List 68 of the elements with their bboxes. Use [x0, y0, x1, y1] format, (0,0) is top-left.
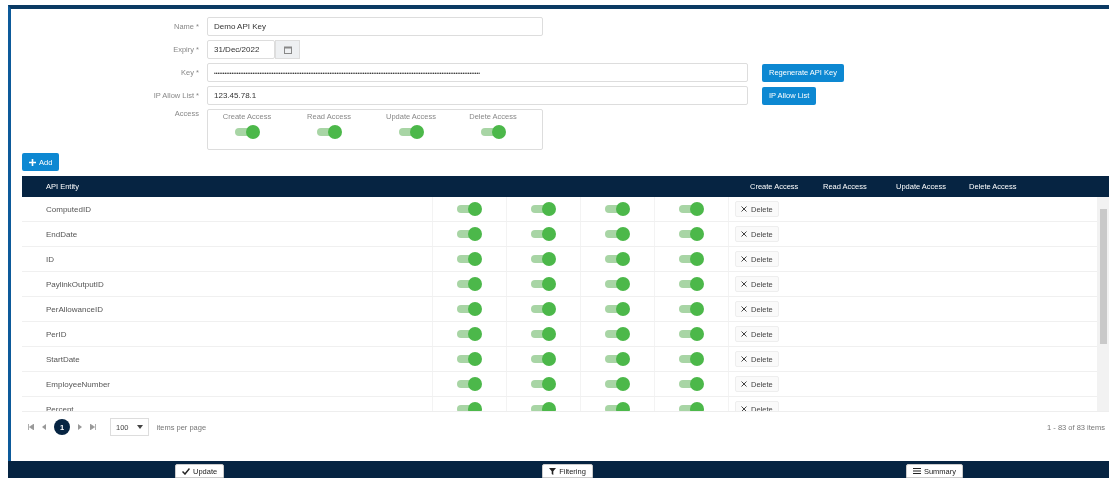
toggle-switch[interactable] [457, 302, 482, 316]
filter-icon [549, 467, 557, 475]
table-cell-text: PaylinkOutputID [45, 279, 105, 289]
toggle-switch[interactable] [457, 252, 482, 266]
close-icon [741, 331, 747, 337]
table-cell-text: ComputedID [45, 204, 92, 214]
table-cell-text: EmployeeNumber [45, 379, 112, 389]
table-cell-text: EndDate [45, 229, 79, 239]
toggle-switch[interactable] [531, 377, 556, 391]
table-cell-text: ID [45, 254, 55, 264]
toggle-switch[interactable] [605, 277, 630, 291]
toggle-switch[interactable] [531, 277, 556, 291]
table-cell-text: PerID [45, 329, 68, 339]
caret-icon [136, 425, 143, 429]
table-cell-text: PerAllowanceID [45, 304, 104, 314]
toggle-switch[interactable] [316, 125, 342, 139]
last-page-icon[interactable] [90, 424, 96, 430]
close-icon [741, 356, 747, 362]
close-icon [741, 381, 747, 387]
check-icon [182, 467, 190, 475]
toggle-switch[interactable] [605, 202, 630, 216]
toggle-switch[interactable] [531, 327, 556, 341]
close-icon [741, 281, 747, 287]
toggle-switch[interactable] [679, 227, 704, 241]
toggle-switch[interactable] [457, 227, 482, 241]
toggle-switch[interactable] [398, 125, 424, 139]
toggle-switch[interactable] [457, 377, 482, 391]
list-icon [912, 468, 921, 474]
toggle-switch[interactable] [679, 302, 704, 316]
toggle-switch[interactable] [457, 202, 482, 216]
toggle-switch[interactable] [679, 377, 704, 391]
next-page-icon[interactable] [78, 424, 82, 430]
toggle-switch[interactable] [234, 125, 260, 139]
toggle-switch[interactable] [605, 227, 630, 241]
toggle-switch[interactable] [679, 327, 704, 341]
toggle-switch[interactable] [531, 227, 556, 241]
close-icon [741, 256, 747, 262]
toggle-switch[interactable] [605, 252, 630, 266]
close-icon [741, 206, 747, 212]
toggle-switch[interactable] [679, 352, 704, 366]
close-icon [741, 231, 747, 237]
toggle-switch[interactable] [605, 377, 630, 391]
close-icon [741, 306, 747, 312]
close-icon [741, 406, 747, 411]
first-page-icon[interactable] [28, 424, 34, 430]
toggle-switch[interactable] [531, 302, 556, 316]
calendar-icon[interactable] [275, 40, 300, 59]
toggle-switch[interactable] [531, 202, 556, 216]
table-cell-text: StartDate [45, 354, 81, 364]
toggle-switch[interactable] [531, 352, 556, 366]
plus-icon [29, 158, 36, 166]
previous-page-icon[interactable] [42, 424, 46, 430]
toggle-switch[interactable] [457, 277, 482, 291]
table-cell-text: Percent [45, 404, 75, 411]
toggle-switch[interactable] [531, 252, 556, 266]
date-field[interactable]: 31/Dec/2022 [207, 40, 275, 59]
toggle-switch[interactable] [457, 327, 482, 341]
scrollbar[interactable] [1097, 197, 1109, 411]
toggle-switch[interactable] [605, 327, 630, 341]
toggle-switch[interactable] [480, 125, 506, 139]
toggle-switch[interactable] [605, 352, 630, 366]
toggle-switch[interactable] [679, 277, 704, 291]
toggle-switch[interactable] [605, 302, 630, 316]
toggle-switch[interactable] [679, 252, 704, 266]
toggle-switch[interactable] [457, 352, 482, 366]
toggle-switch[interactable] [679, 202, 704, 216]
name-field[interactable]: Demo API Key [207, 17, 543, 36]
ip-field[interactable]: 123.45.78.1 [207, 86, 748, 105]
